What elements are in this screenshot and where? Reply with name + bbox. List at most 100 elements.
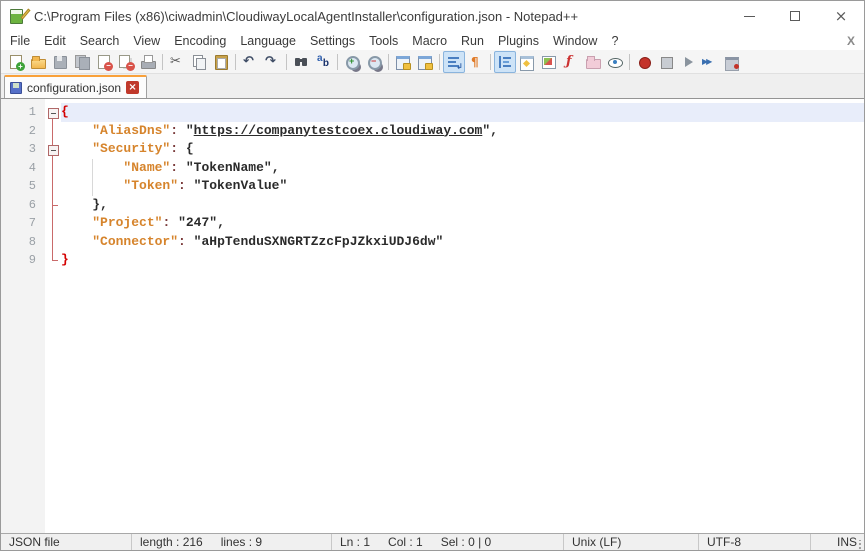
code-line-8[interactable]: 8 "Connector": "aHpTenduSXNGRTZzcFpJZkxi… — [1, 232, 864, 251]
menu-plugins[interactable]: Plugins — [491, 33, 546, 49]
save-icon — [52, 54, 68, 70]
menu-edit[interactable]: Edit — [37, 33, 73, 49]
menu-language[interactable]: Language — [233, 33, 303, 49]
close-all-button[interactable] — [115, 51, 137, 73]
code-line-4[interactable]: 4 "Name": "TokenName", — [1, 158, 864, 177]
code-text: "Project": "247", — [92, 215, 225, 230]
lines-text: lines : 9 — [220, 535, 263, 549]
menu-encoding[interactable]: Encoding — [167, 33, 233, 49]
fold-collapse-icon[interactable] — [45, 140, 61, 159]
function-list-button[interactable] — [560, 51, 582, 73]
toolbar-separator — [490, 53, 491, 70]
open-icon — [30, 54, 46, 70]
editor-pane[interactable]: 1{2 "AliasDns": "https://companytestcoex… — [1, 98, 864, 533]
fold-margin — [45, 214, 61, 233]
menu-tools[interactable]: Tools — [362, 33, 405, 49]
fold-collapse-icon[interactable] — [45, 103, 61, 122]
menu-run[interactable]: Run — [454, 33, 491, 49]
doctype-text: JSON file — [9, 535, 60, 549]
doc-switcher-button[interactable] — [516, 51, 538, 73]
tab-configuration-json[interactable]: configuration.json × — [4, 75, 148, 98]
line-number: 4 — [28, 160, 36, 175]
macro-save-icon — [724, 54, 740, 71]
macro-record-button[interactable] — [633, 51, 655, 73]
toolbar-separator — [388, 53, 389, 70]
macro-play-icon — [680, 54, 696, 70]
sync-v-button[interactable] — [392, 51, 414, 73]
code-text: }, — [92, 196, 108, 212]
close-button[interactable]: × — [818, 1, 864, 31]
status-length-lines: length : 216 lines : 9 — [131, 534, 331, 550]
menu-settings[interactable]: Settings — [303, 33, 362, 49]
code-text: } — [61, 252, 69, 267]
copy-button[interactable] — [188, 51, 210, 73]
macro-play-button[interactable] — [677, 51, 699, 73]
code-line-5[interactable]: 5 "Token": "TokenValue" — [1, 177, 864, 196]
saved-file-icon — [10, 81, 22, 94]
paste-icon — [213, 54, 229, 70]
macro-save-button[interactable] — [721, 51, 743, 73]
print-button[interactable] — [137, 51, 159, 73]
code-line-7[interactable]: 7 "Project": "247", — [1, 214, 864, 233]
menu-view[interactable]: View — [126, 33, 167, 49]
status-encoding[interactable]: UTF-8 — [698, 534, 810, 550]
save-button[interactable] — [49, 51, 71, 73]
folder-as-workspace-icon — [585, 54, 601, 70]
menu-file[interactable]: File — [3, 33, 37, 49]
code-line-9[interactable]: 9} — [1, 251, 864, 270]
code-line-3[interactable]: 3 "Security": { — [1, 140, 864, 159]
monitoring-button[interactable] — [604, 51, 626, 73]
zoom-out-button[interactable] — [363, 51, 385, 73]
menu-search[interactable]: Search — [73, 33, 127, 49]
column-position-text: Col : 1 — [388, 535, 423, 549]
macro-stop-button[interactable] — [655, 51, 677, 73]
close-button[interactable] — [93, 51, 115, 73]
new-file-button[interactable] — [5, 51, 27, 73]
doc-map-button[interactable] — [538, 51, 560, 73]
line-number: 6 — [28, 197, 36, 212]
window-title: C:\Program Files (x86)\ciwadmin\Cloudiwa… — [34, 8, 579, 24]
menu-help[interactable]: ? — [604, 33, 625, 49]
monitoring-icon — [607, 54, 623, 70]
redo-icon — [264, 54, 280, 70]
save-all-button[interactable] — [71, 51, 93, 73]
folder-as-workspace-button[interactable] — [582, 51, 604, 73]
cut-button[interactable] — [166, 51, 188, 73]
redo-button[interactable] — [261, 51, 283, 73]
minimize-button[interactable] — [726, 1, 772, 31]
menu-macro[interactable]: Macro — [405, 33, 454, 49]
undo-button[interactable] — [239, 51, 261, 73]
line-number: 5 — [28, 179, 36, 193]
close-document-x-button[interactable]: X — [844, 34, 858, 48]
maximize-button[interactable] — [772, 1, 818, 31]
find-icon — [293, 54, 309, 70]
macro-run-multiple-button[interactable] — [699, 51, 721, 73]
find-button[interactable] — [290, 51, 312, 73]
open-button[interactable] — [27, 51, 49, 73]
status-cursor-position: Ln : 1 Col : 1 Sel : 0 | 0 — [331, 534, 563, 550]
toolbar — [1, 50, 864, 74]
menu-bar: File Edit Search View Encoding Language Settin… — [1, 31, 864, 50]
menu-window[interactable]: Window — [546, 33, 604, 49]
doc-switcher-icon — [519, 54, 535, 71]
zoom-in-button[interactable] — [341, 51, 363, 73]
status-eol-format[interactable]: Unix (LF) — [563, 534, 698, 550]
tab-close-icon[interactable]: × — [126, 81, 140, 94]
replace-button[interactable] — [312, 51, 334, 73]
sync-h-button[interactable] — [414, 51, 436, 73]
tab-label: configuration.json — [27, 80, 122, 95]
paste-button[interactable] — [210, 51, 232, 73]
show-all-chars-button[interactable] — [465, 51, 487, 73]
indent-guide-button[interactable] — [494, 50, 516, 73]
status-insert-mode[interactable]: INS — [810, 534, 864, 550]
code-line-2[interactable]: 2 "AliasDns": "https://companytestcoex.c… — [1, 121, 864, 140]
word-wrap-button[interactable] — [443, 50, 465, 73]
code-line-6[interactable]: 6 }, — [1, 195, 864, 214]
line-number: 3 — [28, 142, 36, 156]
macro-record-icon — [636, 54, 652, 70]
code-line-1[interactable]: 1{ — [1, 103, 864, 122]
notepadpp-window: C:\Program Files (x86)\ciwadmin\Cloudiwa… — [0, 0, 865, 551]
print-icon — [140, 54, 156, 70]
resize-grip[interactable] — [857, 540, 862, 550]
save-all-icon — [74, 54, 90, 70]
